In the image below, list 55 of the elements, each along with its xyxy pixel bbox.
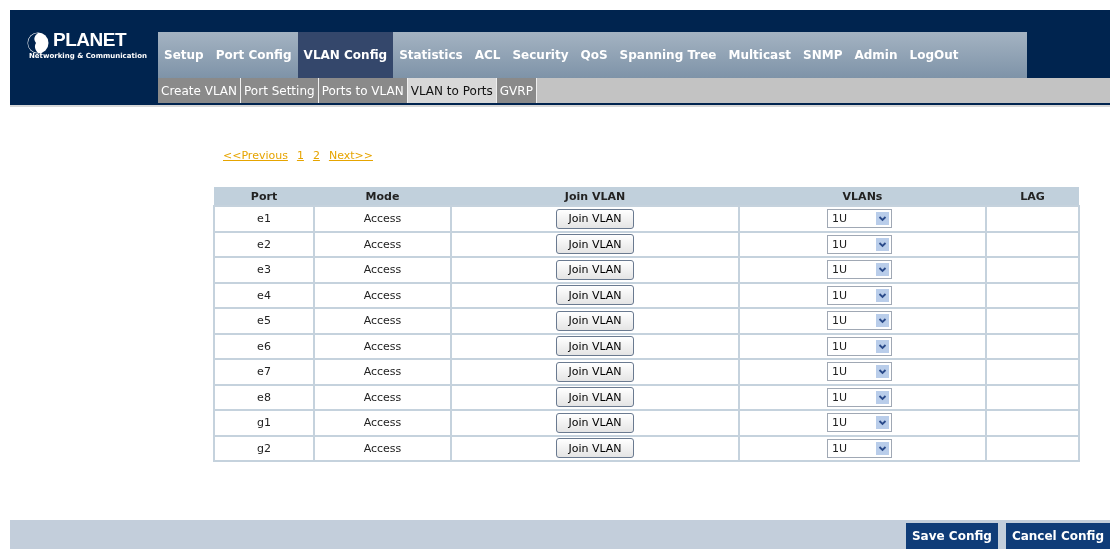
chevron-down-icon: [876, 390, 889, 404]
mode-cell: Access: [314, 257, 451, 283]
menu-tab[interactable]: VLAN Config: [297, 32, 394, 78]
chevron-down-icon: [876, 339, 889, 353]
chevron-down-icon: [876, 416, 889, 430]
join-vlan-button[interactable]: Join VLAN: [556, 310, 634, 331]
join-vlan-button[interactable]: Join VLAN: [556, 438, 634, 459]
port-cell: e2: [214, 231, 314, 257]
vlan-dropdown[interactable]: 1U: [827, 260, 892, 280]
join-vlan-button[interactable]: Join VLAN: [556, 361, 634, 382]
mode-cell: Access: [314, 206, 451, 232]
port-cell: e1: [214, 206, 314, 232]
chevron-down-icon: [876, 441, 889, 455]
chevron-down-icon: [876, 314, 889, 328]
vlan-dropdown[interactable]: 1U: [827, 438, 892, 458]
join-vlan-button[interactable]: Join VLAN: [556, 387, 634, 408]
chevron-down-icon: [876, 237, 889, 251]
config-button[interactable]: Save Config: [905, 523, 998, 549]
vlan-dropdown[interactable]: 1U: [827, 336, 892, 356]
join-vlan-button[interactable]: Join VLAN: [556, 208, 634, 229]
chevron-down-icon: [876, 365, 889, 379]
mode-cell: Access: [314, 282, 451, 308]
chevron-down-icon: [876, 263, 889, 277]
port-cell: g1: [214, 410, 314, 436]
mode-cell: Access: [314, 308, 451, 334]
submenu-tab[interactable]: VLAN to Ports: [407, 78, 497, 103]
port-cell: e7: [214, 359, 314, 385]
join-vlan-button[interactable]: Join VLAN: [556, 259, 634, 280]
mode-cell: Access: [314, 231, 451, 257]
vlan-dropdown[interactable]: 1U: [827, 209, 892, 229]
port-cell: g2: [214, 435, 314, 461]
mode-cell: Access: [314, 410, 451, 436]
chevron-down-icon: [876, 212, 889, 226]
port-cell: e8: [214, 384, 314, 410]
vlan-dropdown[interactable]: 1U: [827, 285, 892, 305]
port-cell: e6: [214, 333, 314, 359]
vlan-dropdown[interactable]: 1U: [827, 234, 892, 254]
join-vlan-button[interactable]: Join VLAN: [556, 412, 634, 433]
mode-cell: Access: [314, 359, 451, 385]
vlan-dropdown[interactable]: 1U: [827, 362, 892, 382]
vlan-dropdown[interactable]: 1U: [827, 413, 892, 433]
mode-cell: Access: [314, 333, 451, 359]
mode-cell: Access: [314, 435, 451, 461]
join-vlan-button[interactable]: Join VLAN: [556, 234, 634, 255]
join-vlan-button[interactable]: Join VLAN: [556, 336, 634, 357]
mode-cell: Access: [314, 384, 451, 410]
vlan-dropdown[interactable]: 1U: [827, 387, 892, 407]
join-vlan-button[interactable]: Join VLAN: [556, 285, 634, 306]
port-cell: e3: [214, 257, 314, 283]
vlan-dropdown[interactable]: 1U: [827, 311, 892, 331]
port-cell: e5: [214, 308, 314, 334]
config-button[interactable]: Cancel Config: [1005, 523, 1110, 549]
port-cell: e4: [214, 282, 314, 308]
logo-wordmark: PLANET: [53, 30, 128, 50]
chevron-down-icon: [876, 288, 889, 302]
